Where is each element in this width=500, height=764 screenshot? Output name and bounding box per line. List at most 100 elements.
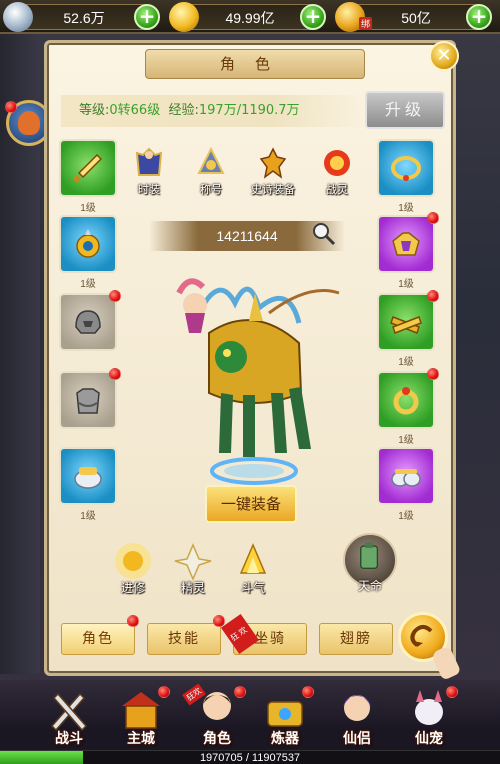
notification-dot — [427, 368, 439, 380]
notification-dot — [109, 368, 121, 380]
add-silver-button[interactable]: + — [134, 4, 160, 30]
add-gold-button[interactable]: + — [300, 4, 326, 30]
boots-icon — [74, 467, 102, 489]
helmet-icon — [75, 310, 101, 334]
cultivate-icon — [115, 543, 151, 579]
nav-companion[interactable]: 仙侣 — [324, 684, 390, 750]
nav-label: 仙侣 — [343, 731, 371, 747]
nav-label: 角色 — [203, 731, 231, 747]
costume-icon — [135, 147, 163, 176]
notification-dot — [427, 290, 439, 302]
level-exp-row: 等级:0转66级 经验:197万/1190.7万 — [61, 95, 367, 127]
sword-icon — [73, 153, 103, 183]
add-bound-gold-button[interactable]: + — [466, 4, 492, 30]
exp-label: 经验: — [168, 103, 199, 118]
shoes-icon — [391, 469, 421, 487]
tab-character[interactable]: 角色 — [61, 623, 135, 655]
slot-level: 1级 — [80, 203, 96, 214]
cosmetic-label: 时装 — [138, 183, 160, 196]
war-spirit-icon — [324, 150, 350, 176]
notification-dot — [109, 290, 121, 302]
silver-amount: 52.6万 — [63, 10, 105, 26]
bound-gold-currency: 绑 50亿 + — [335, 2, 492, 32]
notification-dot — [427, 212, 439, 224]
amulet-icon — [76, 229, 100, 258]
equip-slot-shoulder[interactable] — [377, 212, 439, 273]
cosmetic-epic-gear[interactable]: 史诗装备 — [245, 145, 301, 197]
shoulder-icon — [392, 232, 420, 256]
exp-value: 197万/1190.7万 — [198, 103, 300, 118]
upgrade-button[interactable]: 升级 — [365, 91, 445, 129]
equip-all-button[interactable]: 一键装备 — [205, 485, 297, 523]
cosmetic-costume[interactable]: 时装 — [121, 145, 177, 197]
belt-icon — [390, 316, 422, 334]
equip-slot-ring[interactable] — [377, 368, 439, 429]
spirit-icon — [174, 543, 212, 581]
notification-dot — [446, 686, 458, 698]
tab-skills[interactable]: 技能 — [147, 623, 221, 655]
cosmetic-title[interactable]: 称号 — [183, 145, 239, 197]
cosmetic-label: 战灵 — [326, 183, 348, 196]
armor-icon — [76, 388, 100, 414]
character-mount-model — [176, 278, 340, 485]
nav-character[interactable]: 狂欢 角色 — [182, 683, 250, 750]
nav-city[interactable]: 主城 — [108, 684, 174, 750]
cosmetic-war-spirit[interactable]: 战灵 — [309, 145, 365, 197]
tab-wings[interactable]: 翅膀 — [319, 623, 393, 655]
level-value: 0转66级 — [109, 103, 161, 118]
equip-slot-helmet[interactable] — [59, 290, 121, 351]
nav-pet[interactable]: 仙宠 — [396, 684, 462, 750]
nav-forge[interactable]: 炼器 — [252, 684, 318, 750]
close-button[interactable]: ✕ — [429, 41, 459, 71]
nav-label: 主城 — [127, 731, 155, 747]
magnifier-icon[interactable] — [311, 221, 337, 247]
equip-slot-amulet[interactable] — [59, 215, 117, 273]
function-cultivate[interactable]: 进修 — [103, 539, 163, 596]
character-panel: 角色 ✕ 等级:0转66级 经验:197万/1190.7万 升级 时装 称号 史… — [44, 40, 459, 676]
equip-slot-shoes[interactable] — [377, 447, 435, 505]
destiny-label: 天命 — [357, 579, 382, 593]
cosmetic-label: 史诗装备 — [251, 183, 295, 196]
gold-currency: 49.99亿 + — [169, 2, 326, 32]
slot-level: 1级 — [398, 279, 414, 290]
currency-bar: 52.6万 + 49.99亿 + 绑 50亿 + — [0, 0, 500, 34]
experience-bar: 1970705 / 11907537 — [0, 750, 500, 764]
nav-label: 炼器 — [271, 731, 299, 747]
companion-icon — [342, 695, 372, 721]
gold-ingot-icon — [169, 2, 199, 32]
battle-aura-icon — [239, 543, 267, 574]
slot-level: 1级 — [398, 435, 414, 446]
equip-slot-armor[interactable] — [59, 368, 121, 429]
necklace-icon — [391, 156, 421, 181]
pet-avatar-icon — [18, 111, 40, 135]
slot-level: 1级 — [398, 511, 414, 522]
slot-level: 1级 — [80, 279, 96, 290]
notification-dot — [234, 686, 246, 698]
notification-dot — [5, 101, 17, 113]
battle-icon — [50, 692, 88, 732]
function-spirit[interactable]: 精灵 — [163, 539, 223, 596]
event-tag: 狂欢 — [220, 614, 260, 654]
gold-amount: 49.99亿 — [225, 10, 275, 26]
tab-mount[interactable]: 狂欢 坐骑 — [220, 614, 307, 655]
slot-level: 1级 — [398, 203, 414, 214]
epic-gear-icon — [259, 147, 287, 179]
notification-dot — [302, 686, 314, 698]
slot-level: 1级 — [398, 357, 414, 368]
panel-title: 角色 — [145, 49, 365, 79]
cosmetic-label: 称号 — [200, 183, 222, 196]
nav-battle[interactable]: 战斗 — [36, 684, 102, 750]
equip-slot-weapon[interactable] — [59, 139, 117, 197]
nav-label: 战斗 — [55, 731, 83, 747]
function-battle-aura[interactable]: 斗气 — [223, 539, 283, 596]
equip-slot-boots[interactable] — [59, 447, 117, 505]
notification-dot — [127, 615, 139, 627]
title-icon — [197, 146, 225, 174]
equip-slot-necklace[interactable] — [377, 139, 435, 197]
slot-level: 1级 — [80, 511, 96, 522]
equip-slot-belt[interactable] — [377, 290, 439, 351]
silver-currency: 52.6万 + — [3, 2, 160, 32]
nav-label: 仙宠 — [415, 731, 443, 747]
level-label: 等级: — [79, 103, 110, 118]
ring-icon — [393, 387, 419, 415]
